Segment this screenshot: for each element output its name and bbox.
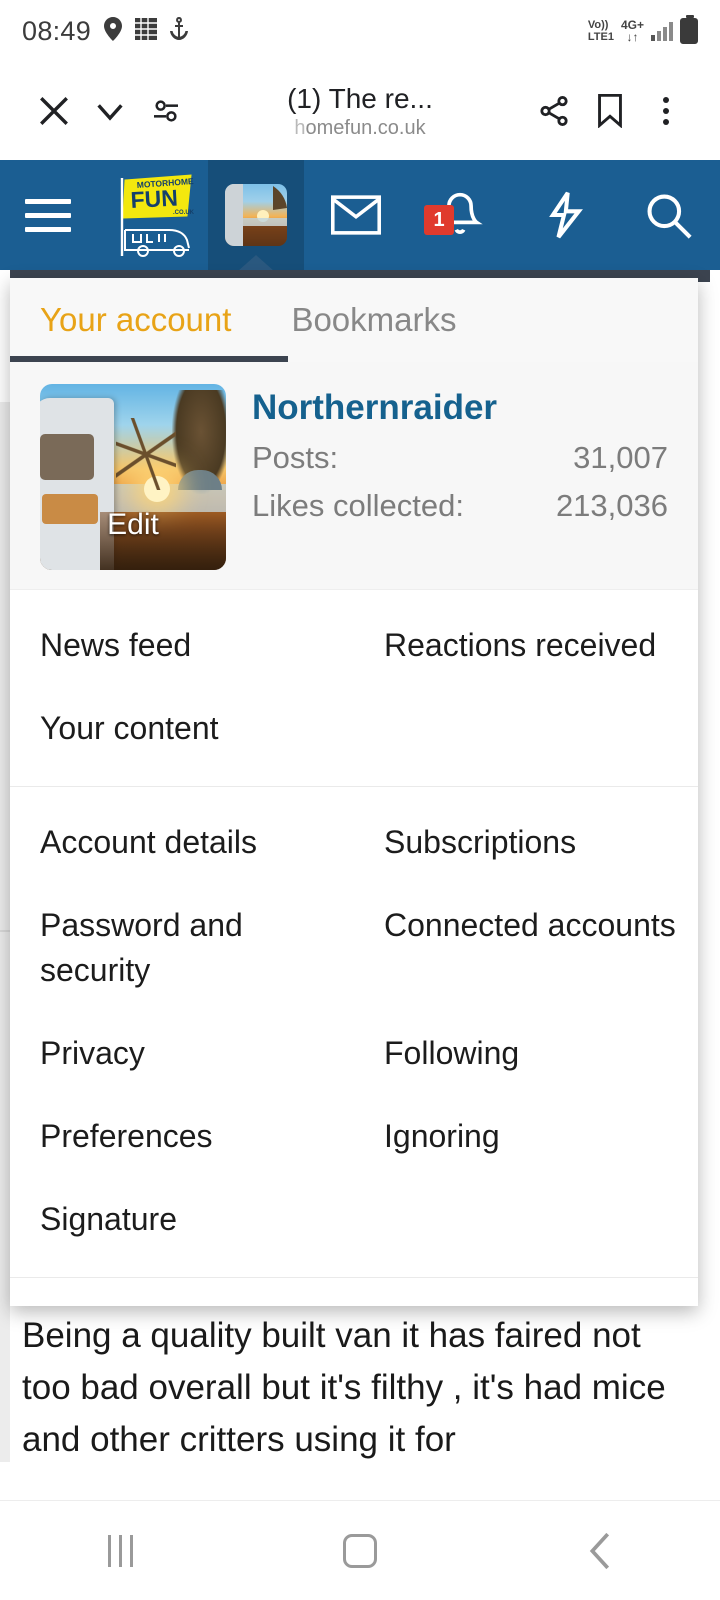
menu-row: Log out — [10, 1292, 698, 1306]
menu-item-news-feed[interactable]: News feed — [10, 604, 354, 687]
menu-row: Password and security Connected accounts — [10, 884, 698, 1012]
anchor-icon — [170, 16, 189, 46]
menu-item-signature[interactable]: Signature — [10, 1178, 354, 1261]
profile-summary: Edit Northernraider Posts: 31,007 Likes … — [10, 362, 698, 590]
chevron-down-icon[interactable] — [82, 94, 138, 128]
battery-icon — [680, 15, 698, 44]
menu-group-activity: News feed Reactions received Your conten… — [10, 590, 698, 787]
post-text: Being a quality built van it has faired … — [22, 1316, 666, 1459]
site-logo-graphic: MOTORHOME FUN .CO.UK — [103, 172, 201, 258]
stat-row-posts: Posts: 31,007 — [252, 440, 668, 476]
hamburger-menu-icon[interactable] — [0, 198, 96, 232]
menu-item-password-and-security[interactable]: Password and security — [10, 884, 354, 1012]
menu-item-following[interactable]: Following — [354, 1012, 698, 1095]
stat-label-posts: Posts: — [252, 440, 339, 475]
page-title: (1) The re... — [287, 82, 433, 114]
menu-item-placeholder — [354, 1178, 698, 1261]
menu-item-log-out[interactable]: Log out — [10, 1292, 354, 1306]
overflow-menu-icon[interactable] — [638, 97, 694, 125]
avatar[interactable]: Edit — [40, 384, 226, 570]
share-icon[interactable] — [526, 94, 582, 128]
account-menu: News feed Reactions received Your conten… — [10, 590, 698, 1306]
menu-row: Signature — [10, 1178, 698, 1261]
stat-row-likes: Likes collected: 213,036 — [252, 488, 668, 524]
avatar-branch — [116, 418, 176, 490]
news-icon — [135, 17, 158, 45]
volte-indicator: Vo)) LTE1 — [587, 19, 614, 43]
android-status-bar: 08:49 Vo)) LTE1 4G+ ↓↑ — [0, 0, 720, 62]
whats-new-bolt-icon[interactable] — [512, 191, 616, 239]
bookmark-icon[interactable] — [582, 94, 638, 128]
menu-item-subscriptions[interactable]: Subscriptions — [354, 801, 698, 884]
menu-item-ignoring[interactable]: Ignoring — [354, 1095, 698, 1178]
menu-item-privacy[interactable]: Privacy — [10, 1012, 354, 1095]
menu-row: Privacy Following — [10, 1012, 698, 1095]
stat-value-posts: 31,007 — [573, 440, 668, 475]
recents-button[interactable] — [0, 1534, 240, 1567]
profile-username[interactable]: Northernraider — [252, 388, 668, 428]
android-nav-bar — [0, 1500, 720, 1600]
panel-tabs: Your account Bookmarks — [10, 278, 698, 362]
signal-bars-icon — [651, 21, 673, 41]
page-settings-icon[interactable] — [138, 95, 194, 127]
home-button[interactable] — [240, 1533, 480, 1568]
recents-icon — [107, 1534, 133, 1567]
alerts-bell-icon[interactable]: 1 — [408, 191, 512, 239]
stat-value-likes: 213,036 — [555, 488, 668, 523]
user-avatar-icon[interactable] — [208, 160, 304, 270]
phone-screen: 08:49 Vo)) LTE1 4G+ ↓↑ (1) The re... hom… — [0, 0, 720, 1600]
header-avatar-image — [225, 184, 287, 246]
url-host: omefun.co.uk — [305, 116, 426, 139]
notification-badge: 1 — [424, 205, 454, 235]
menu-row: News feed Reactions received — [10, 604, 698, 687]
menu-item-placeholder — [354, 687, 698, 770]
browser-toolbar: (1) The re... homefun.co.uk — [0, 62, 720, 160]
menu-group-session: Log out — [10, 1278, 698, 1306]
menu-item-reactions-received[interactable]: Reactions received — [354, 604, 698, 687]
status-bar-clock: 08:49 — [22, 15, 92, 46]
active-tab-underline — [10, 356, 288, 362]
profile-info: Northernraider Posts: 31,007 Likes colle… — [226, 384, 668, 524]
back-icon — [589, 1532, 610, 1569]
tab-your-account[interactable]: Your account — [10, 301, 261, 339]
menu-item-connected-accounts[interactable]: Connected accounts — [354, 884, 698, 1012]
menu-row: Account details Subscriptions — [10, 801, 698, 884]
location-pin-icon — [104, 16, 123, 46]
menu-row: Preferences Ignoring — [10, 1095, 698, 1178]
account-dropdown-panel: Your account Bookmarks Edit Northernraid… — [10, 278, 698, 1306]
tab-title-block[interactable]: (1) The re... homefun.co.uk — [194, 83, 526, 140]
menu-item-your-content[interactable]: Your content — [10, 687, 354, 770]
site-logo[interactable]: MOTORHOME FUN .CO.UK — [96, 172, 208, 258]
stat-label-likes: Likes collected: — [252, 488, 464, 523]
site-header: MOTORHOME FUN .CO.UK 1 — [0, 160, 720, 270]
svg-text:.CO.UK: .CO.UK — [173, 210, 195, 216]
avatar-edit-label[interactable]: Edit — [40, 508, 226, 542]
network-indicator: 4G+ ↓↑ — [620, 18, 644, 44]
page-url: homefun.co.uk — [200, 117, 520, 140]
menu-item-account-details[interactable]: Account details — [10, 801, 354, 884]
menu-item-preferences[interactable]: Preferences — [10, 1095, 354, 1178]
menu-item-placeholder — [354, 1292, 698, 1306]
home-icon — [343, 1533, 377, 1568]
url-scheme-hint: h — [294, 116, 306, 139]
search-icon[interactable] — [616, 191, 720, 239]
back-button[interactable] — [480, 1531, 720, 1571]
menu-row: Your content — [10, 687, 698, 770]
tab-bookmarks[interactable]: Bookmarks — [261, 301, 486, 339]
menu-group-settings: Account details Subscriptions Password a… — [10, 787, 698, 1278]
status-bar-left: 08:49 — [22, 15, 189, 47]
page-body-side-rule — [0, 402, 10, 1462]
status-bar-right: Vo)) LTE1 4G+ ↓↑ — [587, 15, 698, 44]
close-icon[interactable] — [26, 94, 82, 128]
svg-text:FUN: FUN — [130, 185, 179, 213]
inbox-envelope-icon[interactable] — [304, 195, 408, 235]
